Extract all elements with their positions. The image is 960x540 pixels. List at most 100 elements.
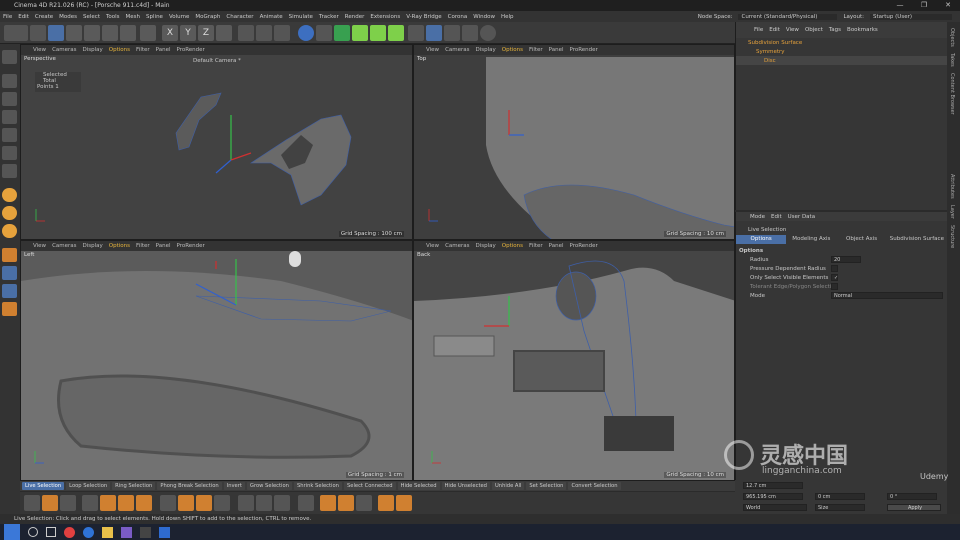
menu-volume[interactable]: Volume <box>169 14 189 20</box>
hide-selected-button[interactable]: Hide Selected <box>397 482 440 490</box>
render-view-icon[interactable] <box>238 25 254 41</box>
menu-create[interactable]: Create <box>35 14 53 20</box>
brush-icon[interactable] <box>60 495 76 511</box>
render-picture-viewer-icon[interactable] <box>256 25 272 41</box>
menu-select[interactable]: Select <box>83 14 100 20</box>
menu-mesh[interactable]: Mesh <box>126 14 140 20</box>
tolerant-checkbox[interactable] <box>831 283 838 290</box>
subdivide-icon[interactable] <box>378 495 394 511</box>
node-space-select[interactable]: Current (Standard/Physical) <box>738 13 838 20</box>
loop-selection-button[interactable]: Loop Selection <box>66 482 111 490</box>
am-menu-mode[interactable]: Mode <box>750 214 765 220</box>
menu-edit[interactable]: Edit <box>18 14 29 20</box>
stitch-icon[interactable] <box>214 495 230 511</box>
snap-icon[interactable] <box>2 188 17 202</box>
viewport-back[interactable]: View Cameras Display Options Filter Pane… <box>413 240 735 481</box>
lock-workplane-icon[interactable] <box>2 284 17 298</box>
menu-vray-bridge[interactable]: V-Ray Bridge <box>406 14 441 20</box>
coord-y-field[interactable]: 0 cm <box>815 493 865 500</box>
coordinate-system-icon[interactable] <box>216 25 232 41</box>
tab-structure[interactable]: Structure <box>949 225 955 248</box>
menu-animate[interactable]: Animate <box>260 14 283 20</box>
select-connected-button[interactable]: Select Connected <box>343 482 396 490</box>
mirror-icon[interactable] <box>178 495 194 511</box>
hide-unselected-button[interactable]: Hide Unselected <box>441 482 490 490</box>
tab-object-axis[interactable]: Object Axis <box>836 235 886 244</box>
close-button[interactable]: ✕ <box>936 0 960 11</box>
opera-icon[interactable] <box>64 526 75 538</box>
z-axis-icon[interactable]: Z <box>198 25 214 41</box>
live-selection-button[interactable]: Live Selection <box>22 482 65 490</box>
menu-tools[interactable]: Tools <box>106 14 120 20</box>
array-icon[interactable] <box>352 25 368 41</box>
radius-input[interactable]: 20 <box>831 256 861 263</box>
tab-options[interactable]: Options <box>736 235 787 244</box>
menu-tracker[interactable]: Tracker <box>319 14 339 20</box>
slide-icon[interactable] <box>256 495 272 511</box>
tab-attributes[interactable]: Attributes <box>949 174 955 199</box>
size-select[interactable]: Size <box>815 504 865 511</box>
layer-icon[interactable] <box>2 266 17 280</box>
align-icon[interactable] <box>320 495 336 511</box>
move-icon[interactable] <box>66 25 82 41</box>
set-point-icon[interactable] <box>238 495 254 511</box>
set-selection-button[interactable]: Set Selection <box>526 482 567 490</box>
invert-button[interactable]: Invert <box>223 482 245 490</box>
am-menu-edit[interactable]: Edit <box>771 214 782 220</box>
apply-button[interactable]: Apply <box>887 504 941 511</box>
viewport-top[interactable]: View Cameras Display Options Filter Pane… <box>413 44 735 240</box>
snap-settings-icon[interactable] <box>2 206 17 220</box>
undo-icon[interactable] <box>4 25 28 41</box>
tab-layer[interactable]: Layer <box>949 205 955 219</box>
menu-character[interactable]: Character <box>226 14 253 20</box>
object-item[interactable]: Symmetry <box>736 47 947 56</box>
bevel-icon[interactable] <box>24 495 40 511</box>
workplane-icon[interactable] <box>2 110 17 124</box>
tab-subdivision-surface[interactable]: Subdivision Surface <box>887 235 947 244</box>
reverse-icon[interactable] <box>338 495 354 511</box>
coord-x2-field[interactable]: 965.195 cm <box>743 493 803 500</box>
start-icon[interactable] <box>4 524 20 540</box>
tab-modeling-axis[interactable]: Modeling Axis <box>786 235 836 244</box>
menu-mograph[interactable]: MoGraph <box>195 14 220 20</box>
extrude-icon[interactable] <box>100 495 116 511</box>
om-menu-object[interactable]: Object <box>805 27 823 33</box>
optimize-icon[interactable] <box>298 495 314 511</box>
om-menu-bookmarks[interactable]: Bookmarks <box>847 27 878 33</box>
viewport-left[interactable]: View Cameras Display Options Filter Pane… <box>20 240 413 481</box>
make-editable-icon[interactable] <box>2 50 17 64</box>
menu-modes[interactable]: Modes <box>59 14 77 20</box>
extrude-inner-icon[interactable] <box>118 495 134 511</box>
spin-edge-icon[interactable] <box>274 495 290 511</box>
om-menu-file[interactable]: File <box>754 27 763 33</box>
shrink-selection-button[interactable]: Shrink Selection <box>293 482 342 490</box>
om-menu-edit[interactable]: Edit <box>769 27 780 33</box>
folder-icon[interactable] <box>102 526 113 538</box>
grow-selection-button[interactable]: Grow Selection <box>246 482 292 490</box>
bridge-icon[interactable] <box>42 495 58 511</box>
tab-content-browser[interactable]: Content Browser <box>949 73 955 115</box>
task-view-icon[interactable] <box>46 527 56 537</box>
pen-icon[interactable] <box>316 25 332 41</box>
model-mode-icon[interactable] <box>140 25 156 41</box>
rotate-icon[interactable] <box>102 25 118 41</box>
redo-icon[interactable] <box>30 25 46 41</box>
menu-file[interactable]: File <box>3 14 12 20</box>
knife-icon[interactable] <box>82 495 98 511</box>
floor-icon[interactable] <box>426 25 442 41</box>
ring-selection-button[interactable]: Ring Selection <box>112 482 156 490</box>
weld-icon[interactable] <box>196 495 212 511</box>
app-icon[interactable] <box>121 526 132 538</box>
unhide-all-button[interactable]: Unhide All <box>491 482 525 490</box>
split-icon[interactable] <box>356 495 372 511</box>
matrix-extrude-icon[interactable] <box>136 495 152 511</box>
subdivision-icon[interactable] <box>334 25 350 41</box>
menu-corona[interactable]: Corona <box>448 14 468 20</box>
tab-objects[interactable]: Objects <box>949 28 955 47</box>
scale-icon[interactable] <box>84 25 100 41</box>
menu-window[interactable]: Window <box>473 14 495 20</box>
point-mode-icon[interactable] <box>2 128 17 142</box>
menu-simulate[interactable]: Simulate <box>289 14 313 20</box>
solo-icon[interactable] <box>2 248 17 262</box>
live-selection-icon[interactable] <box>48 25 64 41</box>
